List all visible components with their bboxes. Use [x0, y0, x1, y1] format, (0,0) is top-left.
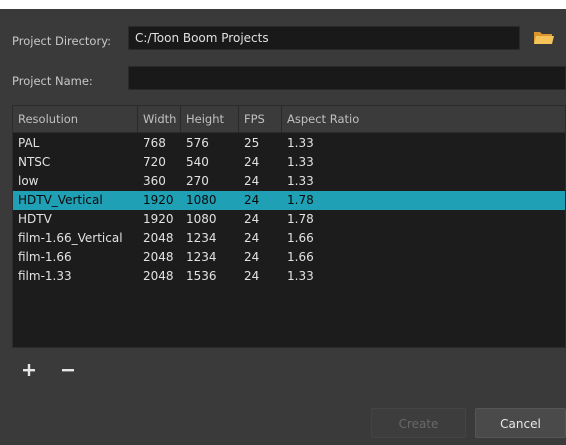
- table-row[interactable]: film-1.33 2048 1536 24 1.33: [13, 267, 565, 286]
- table-cell: 270: [186, 174, 209, 188]
- table-body: PAL 768 576 25 1.33 NTSC 720 540 24 1.33 low 360 270…: [13, 134, 565, 286]
- resolution-table: Resolution Width Height FPS Aspect Ratio…: [12, 105, 566, 348]
- table-cell: 1.33: [287, 174, 314, 188]
- table-cell: 1080: [186, 193, 217, 207]
- table-cell: 24: [244, 174, 260, 188]
- column-header-resolution[interactable]: Resolution: [13, 106, 138, 132]
- column-header-fps[interactable]: FPS: [239, 106, 282, 132]
- table-cell: PAL: [18, 136, 40, 150]
- project-name-label: Project Name:: [12, 74, 93, 88]
- table-cell: 1920: [143, 212, 174, 226]
- table-cell: 360: [143, 174, 166, 188]
- table-cell: 1234: [186, 231, 217, 245]
- minus-icon[interactable]: [58, 360, 78, 380]
- project-name-field[interactable]: [128, 66, 566, 90]
- table-cell: film-1.33: [18, 269, 72, 283]
- table-cell: 1.33: [287, 136, 314, 150]
- table-cell: NTSC: [18, 155, 51, 169]
- table-cell: 1.78: [287, 212, 314, 226]
- table-cell: 24: [244, 231, 260, 245]
- project-directory-field[interactable]: C:/Toon Boom Projects: [128, 26, 520, 50]
- table-cell: 720: [143, 155, 166, 169]
- window-top-strip: [0, 0, 566, 9]
- table-cell: 24: [244, 155, 260, 169]
- folder-icon[interactable]: [533, 28, 555, 46]
- table-cell: 24: [244, 269, 260, 283]
- table-row[interactable]: PAL 768 576 25 1.33: [13, 134, 565, 153]
- table-cell: 24: [244, 193, 260, 207]
- table-row[interactable]: film-1.66_Vertical 2048 1234 24 1.66: [13, 229, 565, 248]
- table-cell: 2048: [143, 250, 174, 264]
- table-row[interactable]: low 360 270 24 1.33: [13, 172, 565, 191]
- table-row[interactable]: HDTV 1920 1080 24 1.78: [13, 210, 565, 229]
- table-cell: HDTV: [18, 212, 52, 226]
- table-cell: low: [18, 174, 39, 188]
- table-cell: 2048: [143, 231, 174, 245]
- table-cell: film-1.66: [18, 250, 72, 264]
- table-cell: film-1.66_Vertical: [18, 231, 123, 245]
- table-cell: 1.78: [287, 193, 314, 207]
- plus-icon[interactable]: [19, 360, 39, 380]
- column-header-height[interactable]: Height: [181, 106, 239, 132]
- table-cell: 1920: [143, 193, 174, 207]
- create-button[interactable]: Create: [371, 408, 466, 438]
- table-cell: 1080: [186, 212, 217, 226]
- table-cell: 2048: [143, 269, 174, 283]
- project-directory-label: Project Directory:: [12, 34, 112, 48]
- table-cell: 1.66: [287, 231, 314, 245]
- table-header: Resolution Width Height FPS Aspect Ratio: [13, 106, 565, 133]
- table-cell: 1234: [186, 250, 217, 264]
- table-cell: 1.33: [287, 155, 314, 169]
- cancel-button[interactable]: Cancel: [475, 408, 566, 438]
- table-cell: 540: [186, 155, 209, 169]
- column-header-width[interactable]: Width: [138, 106, 181, 132]
- table-cell: 24: [244, 212, 260, 226]
- column-header-aspect-ratio[interactable]: Aspect Ratio: [282, 106, 566, 132]
- table-row[interactable]: NTSC 720 540 24 1.33: [13, 153, 565, 172]
- table-row[interactable]: HDTV_Vertical 1920 1080 24 1.78: [13, 191, 565, 210]
- table-cell: 25: [244, 136, 260, 150]
- table-cell: 768: [143, 136, 166, 150]
- table-cell: 1.33: [287, 269, 314, 283]
- table-row[interactable]: film-1.66 2048 1234 24 1.66: [13, 248, 565, 267]
- table-cell: 24: [244, 250, 260, 264]
- table-cell: 1.66: [287, 250, 314, 264]
- table-cell: HDTV_Vertical: [18, 193, 103, 207]
- table-cell: 576: [186, 136, 209, 150]
- table-cell: 1536: [186, 269, 217, 283]
